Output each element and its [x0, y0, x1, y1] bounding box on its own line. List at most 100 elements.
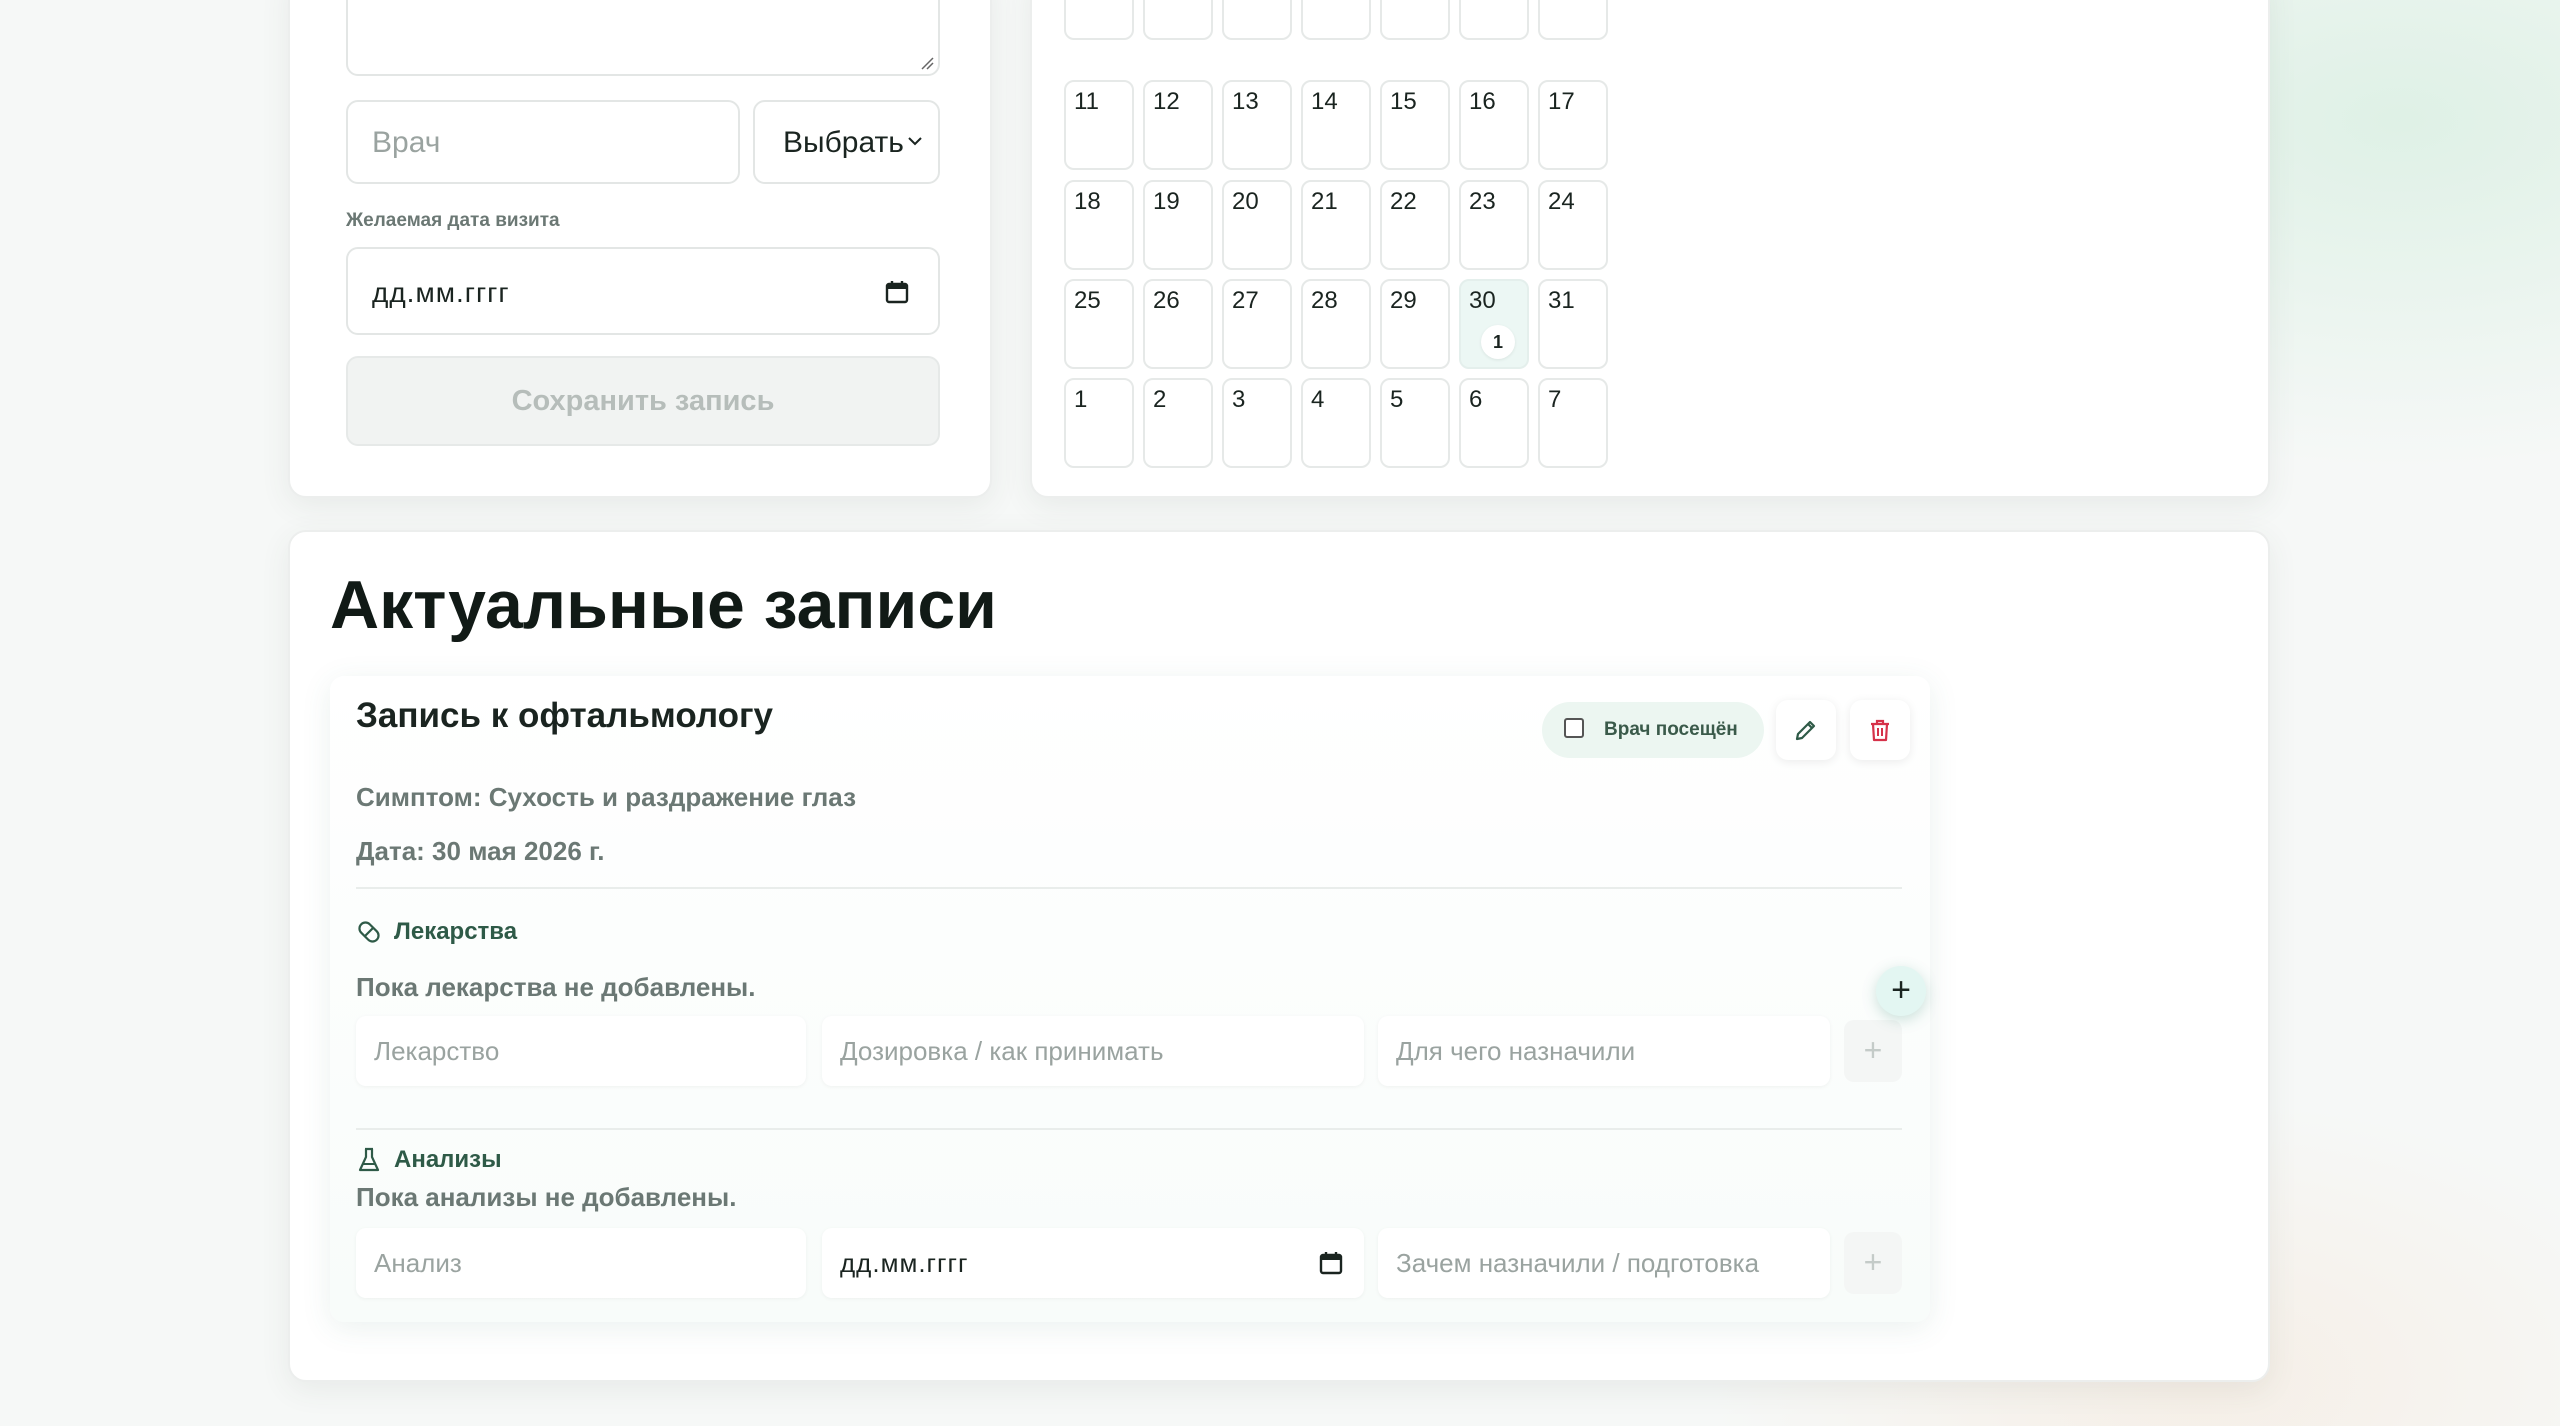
calendar-day[interactable]: 12 — [1143, 80, 1213, 170]
visited-checkbox[interactable] — [1564, 718, 1584, 738]
calendar-day[interactable]: 9 — [1459, 0, 1529, 40]
add-medicine-button[interactable]: + — [1844, 1020, 1902, 1082]
calendar-day[interactable]: 1 — [1064, 378, 1134, 468]
calendar-day-number: 17 — [1548, 88, 1575, 115]
symptom-textarea[interactable] — [346, 0, 940, 76]
calendar-day-number: 5 — [1390, 386, 1404, 413]
medicine-dose-placeholder: Дозировка / как принимать — [840, 1036, 1164, 1066]
calendar-day-number: 14 — [1311, 88, 1338, 115]
calendar-day[interactable]: 25 — [1064, 279, 1134, 369]
chevron-down-icon — [908, 137, 922, 146]
calendar-day[interactable]: 31 — [1538, 279, 1608, 369]
calendar-day-number: 7 — [1548, 386, 1562, 413]
edit-button[interactable] — [1776, 700, 1836, 760]
calendar-day[interactable]: 7 — [1538, 378, 1608, 468]
calendar-day[interactable]: 6 — [1459, 378, 1529, 468]
calendar-day[interactable]: 3 — [1222, 378, 1292, 468]
calendar-day[interactable]: 18 — [1064, 180, 1134, 270]
calendar-day[interactable]: 11 — [1064, 80, 1134, 170]
calendar-day[interactable]: 23 — [1459, 180, 1529, 270]
add-test-button[interactable]: + — [1844, 1232, 1902, 1294]
calendar-day[interactable]: 16 — [1459, 80, 1529, 170]
doctor-input[interactable]: Врач — [346, 100, 740, 184]
calendar-day[interactable]: 4 — [1301, 378, 1371, 468]
calendar-day-number: 4 — [1311, 386, 1325, 413]
doctor-select-value: Выбрать — [783, 126, 904, 159]
calendar-day[interactable]: 4 — [1064, 0, 1134, 40]
medicines-empty-note: Пока лекарства не добавлены. — [356, 972, 756, 1002]
calendar-day-number: 25 — [1074, 287, 1101, 314]
appointment-symptom: Симптом: Сухость и раздражение глаз — [356, 782, 857, 812]
calendar-day[interactable]: 24 — [1538, 180, 1608, 270]
calendar-day-number: 12 — [1153, 88, 1180, 115]
calendar-day[interactable]: 22 — [1380, 180, 1450, 270]
calendar-day-number: 24 — [1548, 188, 1575, 215]
calendar-day-number: 31 — [1548, 287, 1575, 314]
calendar-day-number: 2 — [1153, 386, 1167, 413]
appointment-item: Запись к офтальмологу Врач посещён Симпт… — [330, 676, 1930, 1322]
section-title: Актуальные записи — [330, 567, 997, 643]
test-name-placeholder: Анализ — [374, 1248, 462, 1278]
calendar-day[interactable]: 10 — [1538, 0, 1608, 40]
calendar-day-number: 1 — [1074, 386, 1088, 413]
calendar-day[interactable]: 15 — [1380, 80, 1450, 170]
add-item-floating-button[interactable]: + — [1876, 966, 1926, 1016]
calendar-day-number: 6 — [1469, 386, 1483, 413]
resize-grip-icon[interactable] — [920, 56, 934, 70]
pill-icon — [358, 921, 380, 943]
calendar-day[interactable]: 30 1 — [1459, 279, 1529, 369]
visit-date-label: Желаемая дата визита — [346, 210, 560, 231]
medicine-reason-placeholder: Для чего назначили — [1396, 1036, 1636, 1066]
calendar-day[interactable]: 19 — [1143, 180, 1213, 270]
calendar-icon[interactable] — [1318, 1250, 1344, 1276]
appointment-count-badge: 1 — [1481, 325, 1515, 359]
test-name-input[interactable]: Анализ — [356, 1228, 806, 1298]
calendar-day-number: 13 — [1232, 88, 1259, 115]
calendar-day[interactable]: 14 — [1301, 80, 1371, 170]
plus-icon: + — [1863, 1244, 1883, 1280]
calendar-day[interactable]: 26 — [1143, 279, 1213, 369]
calendar-day[interactable]: 2 — [1143, 378, 1213, 468]
divider — [356, 1128, 1902, 1130]
calendar-day[interactable]: 21 — [1301, 180, 1371, 270]
visit-date-input[interactable]: дд.мм.гггг — [346, 247, 940, 335]
calendar-day-number: 11 — [1074, 88, 1099, 115]
calendar-day-number: 18 — [1074, 188, 1101, 215]
calendar-day-number: 9 — [1469, 0, 1482, 2]
calendar-day[interactable]: 5 — [1143, 0, 1213, 40]
calendar-day[interactable]: 20 — [1222, 180, 1292, 270]
calendar-day-number: 3 — [1232, 386, 1246, 413]
medicine-name-input[interactable]: Лекарство — [356, 1016, 806, 1086]
calendar-day[interactable]: 8 — [1380, 0, 1450, 40]
delete-button[interactable] — [1850, 700, 1910, 760]
calendar-day[interactable]: 13 — [1222, 80, 1292, 170]
calendar-day[interactable]: 5 — [1380, 378, 1450, 468]
doctor-visited-toggle[interactable]: Врач посещён — [1542, 702, 1764, 758]
calendar-day-number: 21 — [1311, 188, 1338, 215]
calendar-day-number: 26 — [1153, 287, 1180, 314]
calendar-day[interactable]: 17 — [1538, 80, 1608, 170]
calendar-day-number: 6 — [1232, 0, 1245, 2]
calendar-card: 4567891011121314151617181920212223242526… — [1030, 0, 2270, 498]
test-date-input[interactable]: дд.мм.гггг — [822, 1228, 1364, 1298]
medicine-reason-input[interactable]: Для чего назначили — [1378, 1016, 1830, 1086]
test-reason-input[interactable]: Зачем назначили / подготовка — [1378, 1228, 1830, 1298]
calendar-day[interactable]: 6 — [1222, 0, 1292, 40]
plus-icon: + — [1891, 971, 1911, 1009]
plus-icon: + — [1863, 1032, 1883, 1068]
calendar-day-number: 22 — [1390, 188, 1417, 215]
tests-heading-label: Анализы — [394, 1146, 502, 1173]
medicine-dose-input[interactable]: Дозировка / как принимать — [822, 1016, 1364, 1086]
calendar-day-number: 10 — [1548, 0, 1575, 2]
calendar-day[interactable]: 28 — [1301, 279, 1371, 369]
save-appointment-button[interactable]: Сохранить запись — [346, 356, 940, 446]
calendar-icon[interactable] — [884, 279, 910, 305]
doctor-placeholder: Врач — [372, 126, 441, 159]
calendar-day[interactable]: 29 — [1380, 279, 1450, 369]
calendar-day-number: 19 — [1153, 188, 1180, 215]
calendar-day-number: 28 — [1311, 287, 1338, 314]
divider — [356, 887, 1902, 889]
calendar-day[interactable]: 7 — [1301, 0, 1371, 40]
doctor-select[interactable]: Выбрать — [753, 100, 940, 184]
calendar-day[interactable]: 27 — [1222, 279, 1292, 369]
